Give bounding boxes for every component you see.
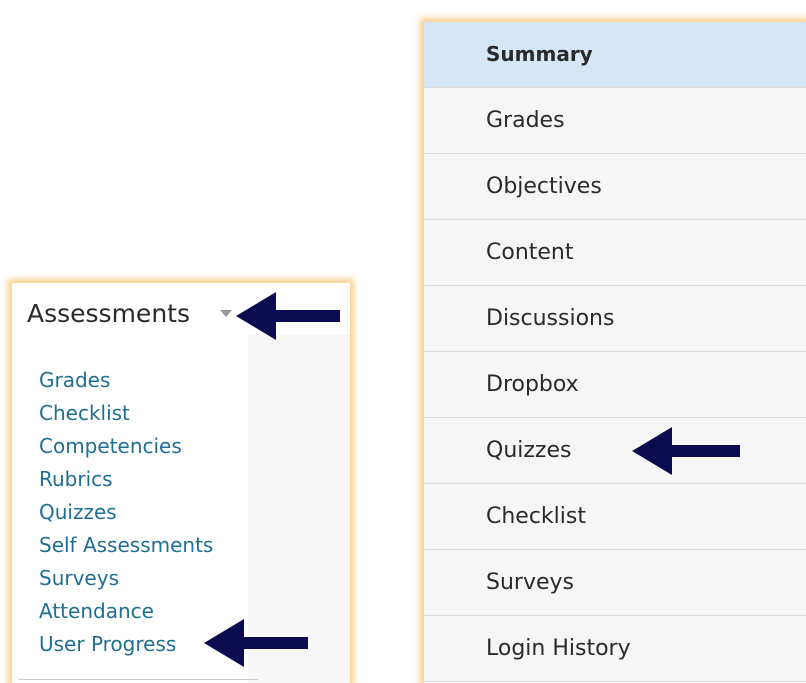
- nav-item-label: Summary: [486, 42, 593, 66]
- left-arrow-icon: [204, 619, 308, 667]
- nav-item-quizzes[interactable]: Quizzes: [424, 418, 806, 484]
- user-progress-nav-panel: Summary Grades Objectives Content Discus…: [424, 22, 806, 683]
- nav-item-dropbox[interactable]: Dropbox: [424, 352, 806, 418]
- nav-item-label: Dropbox: [486, 372, 579, 397]
- caret-down-icon[interactable]: [220, 310, 232, 317]
- assessments-link-checklist[interactable]: Checklist: [39, 397, 213, 430]
- left-arrow-icon: [236, 292, 340, 340]
- nav-item-login-history[interactable]: Login History: [424, 616, 806, 682]
- nav-item-checklist[interactable]: Checklist: [424, 484, 806, 550]
- assessments-link-user-progress[interactable]: User Progress: [39, 628, 213, 661]
- assessments-link-competencies[interactable]: Competencies: [39, 430, 213, 463]
- divider: [18, 679, 258, 680]
- nav-item-content[interactable]: Content: [424, 220, 806, 286]
- nav-item-label: Checklist: [486, 504, 586, 529]
- assessments-link-quizzes[interactable]: Quizzes: [39, 496, 213, 529]
- nav-item-discussions[interactable]: Discussions: [424, 286, 806, 352]
- nav-item-surveys[interactable]: Surveys: [424, 550, 806, 616]
- nav-item-label: Login History: [486, 636, 631, 661]
- assessments-link-attendance[interactable]: Attendance: [39, 595, 213, 628]
- nav-item-label: Surveys: [486, 570, 574, 595]
- nav-item-label: Content: [486, 240, 574, 265]
- nav-item-label: Discussions: [486, 306, 615, 331]
- nav-item-grades[interactable]: Grades: [424, 88, 806, 154]
- assessments-link-grades[interactable]: Grades: [39, 364, 213, 397]
- nav-item-summary[interactable]: Summary: [424, 22, 806, 88]
- assessments-link-self-assessments[interactable]: Self Assessments: [39, 529, 213, 562]
- assessments-link-surveys[interactable]: Surveys: [39, 562, 213, 595]
- left-arrow-icon: [632, 427, 740, 475]
- assessments-menu-title[interactable]: Assessments: [27, 296, 190, 332]
- assessments-link-list: Grades Checklist Competencies Rubrics Qu…: [39, 364, 213, 661]
- nav-item-objectives[interactable]: Objectives: [424, 154, 806, 220]
- nav-list: Summary Grades Objectives Content Discus…: [424, 22, 806, 682]
- assessments-link-rubrics[interactable]: Rubrics: [39, 463, 213, 496]
- nav-item-label: Objectives: [486, 174, 602, 199]
- nav-item-label: Quizzes: [486, 438, 572, 463]
- nav-item-label: Grades: [486, 108, 565, 133]
